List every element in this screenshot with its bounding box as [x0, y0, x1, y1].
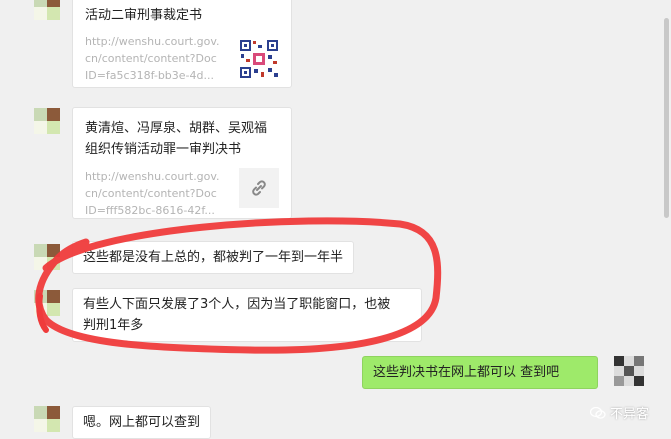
link-card[interactable]: 黄清煊、冯厚泉、胡群、吴观福 组织传销活动罪一审判决书 http://wensh… — [72, 107, 292, 219]
qr-code-icon — [239, 39, 279, 79]
message-bubble: 嗯。网上都可以查到 — [72, 406, 212, 439]
chat-scrollbar[interactable] — [664, 18, 669, 218]
message-bubble: 这些都是没有上总的，都被判了一年到一年半 — [72, 241, 355, 274]
contact-avatar[interactable] — [34, 108, 60, 134]
wechat-icon — [589, 406, 606, 419]
contact-avatar[interactable] — [34, 244, 60, 270]
link-icon — [239, 168, 279, 208]
link-card-url: http://wenshu.court.gov. cn/content/cont… — [85, 170, 220, 217]
watermark: 不异客 — [589, 403, 649, 422]
contact-avatar[interactable] — [34, 290, 60, 316]
link-card[interactable]: 活动二审刑事裁定书 http://wenshu.court.gov. cn/co… — [72, 0, 292, 88]
link-card-title: 黄清煊、冯厚泉、胡群、吴观福 组织传销活动罪一审判决书 — [85, 121, 268, 157]
my-message-bubble: 这些判决书在网上都可以 查到吧 — [362, 356, 598, 389]
link-card-url: http://wenshu.court.gov. cn/content/cont… — [85, 35, 220, 82]
message-bubble: 有些人下面只发展了3个人，因为当了职能窗口，也被 判刑1年多 — [72, 288, 422, 342]
my-avatar[interactable] — [614, 356, 644, 386]
watermark-text: 不异客 — [609, 407, 649, 422]
contact-avatar[interactable] — [34, 0, 60, 20]
contact-avatar[interactable] — [34, 406, 60, 432]
link-card-title: 活动二审刑事裁定书 — [85, 8, 203, 23]
